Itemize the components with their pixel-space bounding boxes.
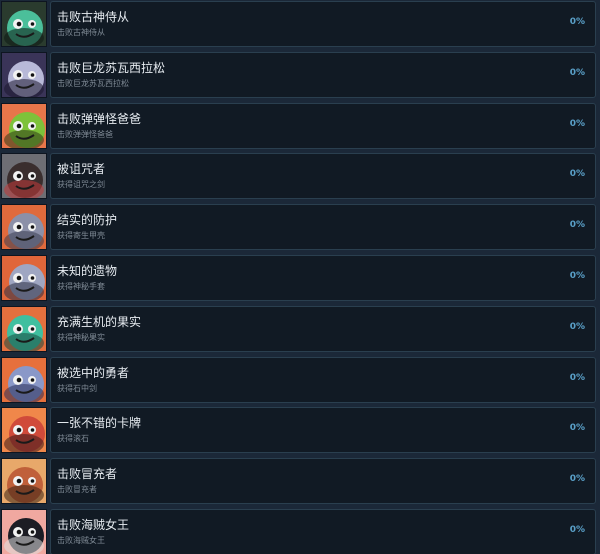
unlock-percentage: 0% [569, 67, 585, 78]
achievement-card[interactable]: 击败海贼女王 击败海贼女王 0% [50, 509, 596, 554]
mushroom-fruit-icon [1, 305, 47, 352]
unlock-percentage: 0% [569, 169, 585, 180]
achievement-title: 击败海贼女王 [57, 518, 130, 532]
achievement-card[interactable]: 击败巨龙苏瓦西拉松 击败巨龙苏瓦西拉松 0% [50, 51, 596, 98]
achievement-title: 被选中的勇者 [57, 365, 130, 380]
achievement-row[interactable]: 被选中的勇者获得石中剑 0% [0, 356, 600, 403]
achievement-card[interactable]: 结实的防护获得寄生甲壳 0% [50, 204, 596, 251]
unlock-percentage: 0% [569, 372, 585, 383]
achievement-description: 获得滚石 [57, 434, 89, 444]
mystery-glove-icon [1, 255, 47, 301]
achievement-row[interactable]: 击败古神侍从 击败古神侍从 0% [0, 1, 600, 47]
achievement-row[interactable]: 一张不错的卡牌获得滚石 0% [0, 407, 600, 454]
achievement-title: 击败弹弹怪爸爸 [57, 111, 142, 126]
achievement-title: 未知的遗物 [57, 264, 118, 278]
achievement-description: 获得诅咒之剑 [57, 180, 105, 190]
unlock-percentage: 0% [569, 118, 585, 129]
achievement-card[interactable]: 击败古神侍从 击败古神侍从 0% [50, 1, 596, 47]
achievement-description: 击败古神侍从 [57, 28, 105, 37]
achievement-row[interactable]: 被诅咒者获得诅咒之剑 0% [0, 153, 600, 200]
unlock-percentage: 0% [569, 525, 585, 535]
card-face-icon [1, 407, 47, 454]
achievement-title: 击败古神侍从 [57, 10, 130, 24]
achievement-card[interactable]: 未知的遗物获得神秘手套 0% [50, 255, 596, 301]
unlock-percentage: 0% [569, 474, 585, 485]
unlock-percentage: 0% [569, 17, 585, 27]
achievement-description: 击败弹弹怪爸爸 [57, 129, 113, 139]
achievement-row[interactable]: 击败海贼女王 击败海贼女王 0% [0, 509, 600, 554]
unlock-percentage: 0% [569, 321, 585, 332]
green-slime-icon [1, 102, 47, 149]
achievement-row[interactable]: 结实的防护获得寄生甲壳 0% [0, 204, 600, 251]
achievement-list: 击败古神侍从 击败古神侍从 0% 击败巨龙苏瓦西拉松 击败巨龙苏瓦西拉松 0% 击败弹弹… [0, 0, 600, 554]
achievement-row[interactable]: 击败巨龙苏瓦西拉松 击败巨龙苏瓦西拉松 0% [0, 51, 600, 98]
achievement-title: 充满生机的果实 [57, 314, 142, 329]
achievement-description: 击败巨龙苏瓦西拉松 [57, 78, 129, 88]
achievement-card[interactable]: 充满生机的果实获得神秘果实 0% [50, 305, 596, 352]
dragon-icon [1, 51, 47, 98]
achievement-card[interactable]: 被诅咒者获得诅咒之剑 0% [50, 153, 596, 200]
unlock-percentage: 0% [569, 220, 585, 231]
achievement-description: 获得神秘手套 [57, 282, 105, 291]
unlock-percentage: 0% [569, 423, 585, 434]
achievement-card[interactable]: 被选中的勇者获得石中剑 0% [50, 356, 596, 403]
achievement-title: 击败冒充者 [57, 467, 118, 482]
achievement-row[interactable]: 未知的遗物获得神秘手套 0% [0, 255, 600, 301]
achievement-description: 击败海贼女王 [57, 536, 105, 545]
achievement-title: 一张不错的卡牌 [57, 416, 142, 431]
unlock-percentage: 0% [569, 271, 585, 281]
achievement-row[interactable]: 充满生机的果实获得神秘果实 0% [0, 305, 600, 352]
achievement-description: 获得石中剑 [57, 383, 97, 393]
pirate-queen-icon [1, 509, 47, 554]
impostor-icon [1, 458, 47, 505]
achievement-description: 获得神秘果实 [57, 332, 105, 342]
cursed-warrior-icon [1, 153, 47, 200]
achievement-title: 结实的防护 [57, 213, 118, 228]
achievement-card[interactable]: 击败冒充者 击败冒充者 0% [50, 458, 596, 505]
achievement-card[interactable]: 击败弹弹怪爸爸 击败弹弹怪爸爸 0% [50, 102, 596, 149]
achievement-title: 被诅咒者 [57, 162, 106, 177]
achievement-card[interactable]: 一张不错的卡牌获得滚石 0% [50, 407, 596, 454]
green-tentacle-monster-icon [1, 1, 47, 47]
shell-armor-icon [1, 204, 47, 251]
achievement-title: 击败巨龙苏瓦西拉松 [57, 60, 166, 75]
chosen-hero-icon [1, 356, 47, 403]
achievement-row[interactable]: 击败弹弹怪爸爸 击败弹弹怪爸爸 0% [0, 102, 600, 149]
achievement-description: 击败冒充者 [57, 485, 97, 495]
achievement-row[interactable]: 击败冒充者 击败冒充者 0% [0, 458, 600, 505]
achievement-description: 获得寄生甲壳 [57, 231, 105, 241]
